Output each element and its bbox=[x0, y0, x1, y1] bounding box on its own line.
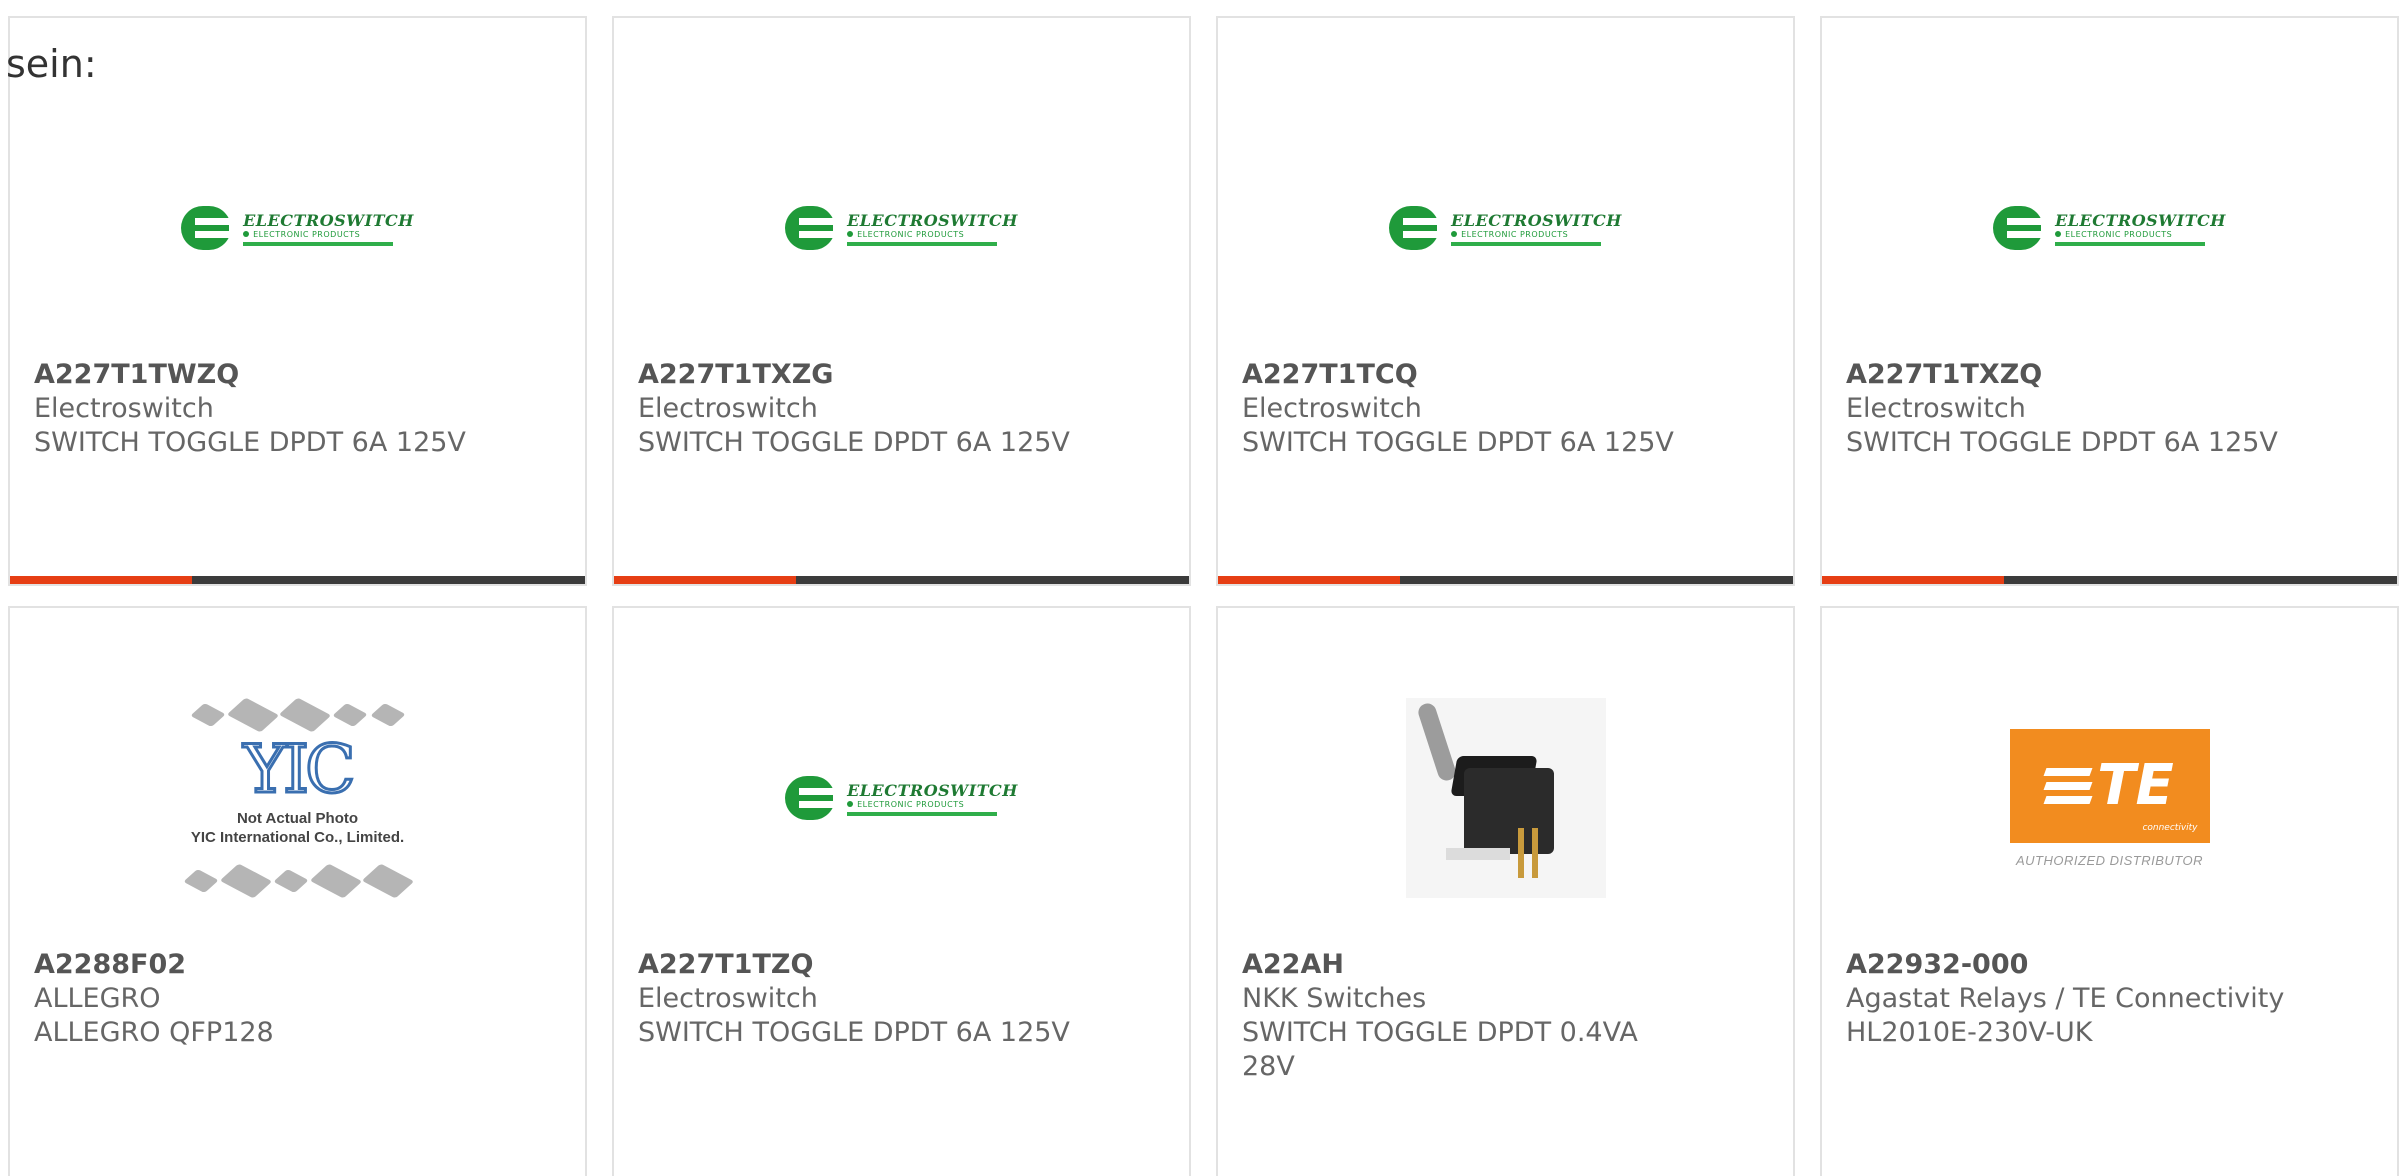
product-info: A22AH NKK Switches SWITCH TOGGLE DPDT 0.… bbox=[1242, 948, 1773, 1084]
electroswitch-logo: ELECTROSWITCH ELECTRONIC PRODUCTS bbox=[1389, 206, 1622, 250]
logo-sub: ELECTRONIC PRODUCTS bbox=[253, 229, 361, 239]
product-description: SWITCH TOGGLE DPDT 0.4VA 28V bbox=[1242, 1017, 1638, 1082]
card-bottom-bar bbox=[1218, 576, 1793, 584]
logo-sub: ELECTRONIC PRODUCTS bbox=[857, 229, 965, 239]
part-number[interactable]: A22932-000 bbox=[1846, 948, 2377, 982]
card-bottom-bar bbox=[614, 576, 1189, 584]
electroswitch-mark-icon bbox=[785, 206, 842, 250]
electroswitch-logo: ELECTROSWITCH ELECTRONIC PRODUCTS bbox=[1993, 206, 2226, 250]
electroswitch-mark-icon bbox=[785, 776, 842, 820]
product-description: SWITCH TOGGLE DPDT 6A 125V bbox=[638, 1017, 1070, 1048]
manufacturer: Electroswitch bbox=[1242, 393, 1422, 424]
chip-icons-bottom bbox=[182, 863, 414, 899]
product-description: SWITCH TOGGLE DPDT 6A 125V bbox=[1242, 427, 1674, 458]
part-number[interactable]: A2288F02 bbox=[34, 948, 565, 982]
card-bottom-bar bbox=[1822, 576, 2397, 584]
product-info: A227T1TWZQ Electroswitch SWITCH TOGGLE D… bbox=[34, 358, 565, 460]
chip-icons-top bbox=[189, 697, 406, 733]
logo-name: ELECTROSWITCH bbox=[243, 210, 414, 230]
part-number[interactable]: A227T1TXZQ bbox=[1846, 358, 2377, 392]
manufacturer: Electroswitch bbox=[638, 983, 818, 1014]
electroswitch-logo: ELECTROSWITCH ELECTRONIC PRODUCTS bbox=[181, 206, 414, 250]
card-bottom-bar bbox=[10, 576, 585, 584]
part-number[interactable]: A227T1TXZG bbox=[638, 358, 1169, 392]
product-info: A22932-000 Agastat Relays / TE Connectiv… bbox=[1846, 948, 2377, 1050]
product-grid: ELECTROSWITCH ELECTRONIC PRODUCTS A227T1… bbox=[0, 0, 2400, 1176]
product-description: ALLEGRO QFP128 bbox=[34, 1017, 274, 1048]
electroswitch-mark-icon bbox=[1993, 206, 2050, 250]
product-info: A227T1TCQ Electroswitch SWITCH TOGGLE DP… bbox=[1242, 358, 1773, 460]
product-info: A227T1TXZG Electroswitch SWITCH TOGGLE D… bbox=[638, 358, 1169, 460]
manufacturer: Electroswitch bbox=[638, 393, 818, 424]
product-description: SWITCH TOGGLE DPDT 6A 125V bbox=[1846, 427, 2278, 458]
electroswitch-logo: ELECTROSWITCH ELECTRONIC PRODUCTS bbox=[785, 206, 1018, 250]
product-card[interactable]: ELECTROSWITCH ELECTRONIC PRODUCTS A227T1… bbox=[1216, 16, 1795, 586]
logo-sub: ELECTRONIC PRODUCTS bbox=[857, 799, 965, 809]
product-image[interactable]: ELECTROSWITCH ELECTRONIC PRODUCTS bbox=[1822, 78, 2397, 378]
manufacturer: Electroswitch bbox=[1846, 393, 2026, 424]
product-image[interactable]: ELECTROSWITCH ELECTRONIC PRODUCTS bbox=[1218, 78, 1793, 378]
logo-name: ELECTROSWITCH bbox=[2055, 210, 2226, 230]
electroswitch-mark-icon bbox=[1389, 206, 1446, 250]
te-mark: TE bbox=[2097, 753, 2174, 818]
manufacturer: Electroswitch bbox=[34, 393, 214, 424]
electroswitch-logo: ELECTROSWITCH ELECTRONIC PRODUCTS bbox=[785, 776, 1018, 820]
logo-name: ELECTROSWITCH bbox=[847, 780, 1018, 800]
te-stripes-icon bbox=[2043, 767, 2093, 804]
part-number[interactable]: A227T1TWZQ bbox=[34, 358, 565, 392]
product-card[interactable]: ELECTROSWITCH ELECTRONIC PRODUCTS A227T1… bbox=[612, 16, 1191, 586]
product-image[interactable]: ELECTROSWITCH ELECTRONIC PRODUCTS bbox=[614, 638, 1189, 958]
product-image[interactable] bbox=[1218, 638, 1793, 958]
product-card[interactable]: YIC Not Actual Photo YIC International C… bbox=[8, 606, 587, 1176]
manufacturer: Agastat Relays / TE Connectivity bbox=[1846, 983, 2285, 1014]
product-card[interactable]: ELECTROSWITCH ELECTRONIC PRODUCTS A227T1… bbox=[612, 606, 1191, 1176]
manufacturer: NKK Switches bbox=[1242, 983, 1427, 1014]
logo-name: ELECTROSWITCH bbox=[847, 210, 1018, 230]
logo-sub: ELECTRONIC PRODUCTS bbox=[2065, 229, 2173, 239]
toggle-switch-photo bbox=[1405, 698, 1606, 898]
te-connectivity-logo: TE connectivity AUTHORIZED DISTRIBUTOR bbox=[2009, 728, 2210, 868]
part-number[interactable]: A227T1TCQ bbox=[1242, 358, 1773, 392]
product-image[interactable]: TE connectivity AUTHORIZED DISTRIBUTOR bbox=[1822, 638, 2397, 958]
product-image[interactable]: ELECTROSWITCH ELECTRONIC PRODUCTS bbox=[10, 78, 585, 378]
product-card[interactable]: TE connectivity AUTHORIZED DISTRIBUTOR A… bbox=[1820, 606, 2399, 1176]
product-info: A227T1TXZQ Electroswitch SWITCH TOGGLE D… bbox=[1846, 358, 2377, 460]
logo-name: ELECTROSWITCH bbox=[1451, 210, 1622, 230]
product-info: A227T1TZQ Electroswitch SWITCH TOGGLE DP… bbox=[638, 948, 1169, 1050]
product-card[interactable]: ELECTROSWITCH ELECTRONIC PRODUCTS A227T1… bbox=[1820, 16, 2399, 586]
page-heading: sein: bbox=[6, 42, 97, 86]
product-info: A2288F02 ALLEGRO ALLEGRO QFP128 bbox=[34, 948, 565, 1050]
product-description: HL2010E-230V-UK bbox=[1846, 1017, 2093, 1048]
yic-caption-line2: YIC International Co., Limited. bbox=[190, 829, 405, 846]
product-image[interactable]: ELECTROSWITCH ELECTRONIC PRODUCTS bbox=[614, 78, 1189, 378]
part-number[interactable]: A227T1TZQ bbox=[638, 948, 1169, 982]
authorized-distributor-label: AUTHORIZED DISTRIBUTOR bbox=[2016, 852, 2203, 868]
yic-caption-line1: Not Actual Photo bbox=[236, 810, 359, 827]
product-card[interactable]: A22AH NKK Switches SWITCH TOGGLE DPDT 0.… bbox=[1216, 606, 1795, 1176]
electroswitch-mark-icon bbox=[181, 206, 238, 250]
manufacturer: ALLEGRO bbox=[34, 983, 161, 1014]
part-number[interactable]: A22AH bbox=[1242, 948, 1773, 982]
yic-logo: YIC bbox=[242, 731, 357, 808]
product-description: SWITCH TOGGLE DPDT 6A 125V bbox=[638, 427, 1070, 458]
yic-placeholder-image: YIC Not Actual Photo YIC International C… bbox=[182, 697, 414, 899]
te-sub: connectivity bbox=[2142, 822, 2198, 833]
product-description: SWITCH TOGGLE DPDT 6A 125V bbox=[34, 427, 466, 458]
product-image[interactable]: YIC Not Actual Photo YIC International C… bbox=[10, 638, 585, 958]
product-card[interactable]: ELECTROSWITCH ELECTRONIC PRODUCTS A227T1… bbox=[8, 16, 587, 586]
logo-sub: ELECTRONIC PRODUCTS bbox=[1461, 229, 1569, 239]
